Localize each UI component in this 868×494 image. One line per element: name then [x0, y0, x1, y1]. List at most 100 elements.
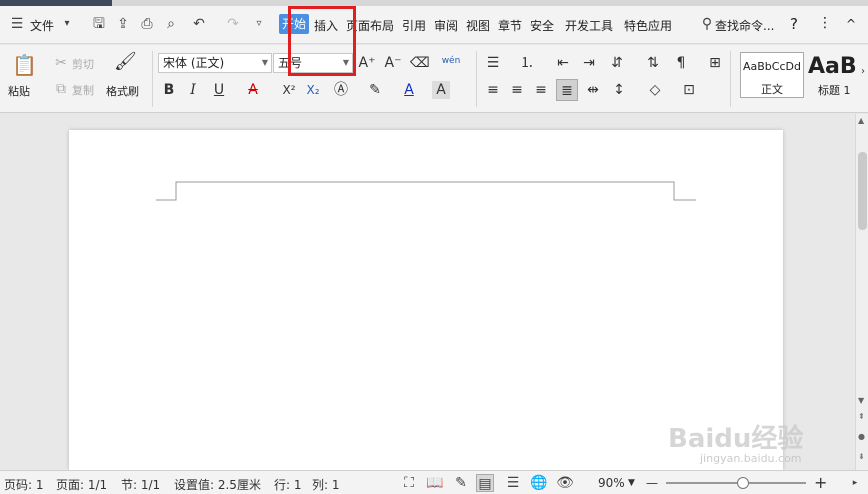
section-count[interactable]: 节: 1/1: [121, 476, 160, 493]
setting-value[interactable]: 设置值: 2.5厘米: [174, 476, 261, 493]
shrink-font-icon[interactable]: A⁻: [384, 54, 402, 72]
tab-security[interactable]: 安全: [530, 17, 554, 34]
tab-section[interactable]: 章节: [498, 17, 522, 34]
zoom-slider-thumb[interactable]: [737, 477, 749, 489]
eye-protect-icon[interactable]: 👁: [556, 474, 574, 492]
copy-button[interactable]: 复制: [72, 82, 94, 98]
help-button[interactable]: ?: [790, 15, 798, 33]
underline-button[interactable]: U: [210, 81, 228, 99]
status-scroll-icon[interactable]: ▸: [846, 474, 864, 492]
style-heading-1[interactable]: AaB 标题 1: [806, 52, 858, 98]
print-icon[interactable]: ⎙: [138, 15, 156, 33]
collapse-ribbon-button[interactable]: ^: [846, 17, 856, 31]
shading-icon[interactable]: ◇: [646, 81, 664, 99]
divider: [730, 51, 731, 107]
next-page-icon[interactable]: ⇟: [858, 452, 865, 461]
style-h1-label: 标题 1: [818, 84, 851, 97]
file-menu[interactable]: 文件: [30, 17, 54, 34]
page-number[interactable]: 页码: 1: [4, 476, 44, 493]
style-normal[interactable]: AaBbCcDd 正文: [740, 52, 804, 98]
page-view-icon[interactable]: ▤: [476, 474, 494, 492]
redo-icon[interactable]: ↷: [224, 15, 242, 33]
format-painter-button[interactable]: 格式刷: [106, 83, 139, 99]
select-browse-icon[interactable]: ●: [858, 432, 865, 441]
quick-access-more-icon[interactable]: ▿: [250, 15, 268, 33]
distribute-icon[interactable]: ⇹: [584, 81, 602, 99]
text-effect-icon[interactable]: Ⓐ: [332, 81, 350, 99]
table-icon[interactable]: ⊞: [706, 54, 724, 72]
zoom-slider[interactable]: [666, 477, 806, 489]
fullscreen-icon[interactable]: ⛶: [400, 474, 418, 492]
styles-scroll-icon[interactable]: ›: [858, 63, 868, 81]
outline-view-icon[interactable]: ☰: [504, 474, 522, 492]
border-icon[interactable]: ⊡: [680, 81, 698, 99]
zoom-level[interactable]: 90%: [598, 476, 625, 490]
print-preview-icon[interactable]: ⌕: [162, 15, 180, 33]
clear-format-icon[interactable]: ⌫: [410, 54, 430, 72]
paste-icon[interactable]: 📋: [12, 53, 37, 77]
superscript-button[interactable]: X²: [278, 81, 300, 99]
hamburger-icon[interactable]: ☰: [8, 15, 26, 33]
zoom-out-button[interactable]: —: [646, 476, 658, 490]
scissors-icon[interactable]: ✂: [52, 54, 70, 72]
style-normal-label: 正文: [761, 83, 783, 96]
bullet-list-icon[interactable]: ☰: [484, 54, 502, 72]
tab-view[interactable]: 视图: [466, 17, 490, 34]
highlight-icon[interactable]: ✎: [366, 81, 384, 99]
font-name-value: 宋体 (正文): [163, 56, 225, 70]
zoom-in-button[interactable]: +: [814, 473, 827, 492]
copy-icon[interactable]: ⧉: [52, 80, 70, 98]
menu-bar: ☰ 文件 ▾ 🖫 ⇪ ⎙ ⌕ ↶ ↷ ▿ 开始 插入 页面布局 引用 审阅 视图…: [0, 6, 868, 44]
text-direction-icon[interactable]: ⇵: [608, 54, 626, 72]
align-center-icon[interactable]: ≡: [508, 81, 526, 99]
line-spacing-icon[interactable]: ↕: [610, 81, 628, 99]
chevron-down-icon[interactable]: ▾: [58, 15, 76, 33]
subscript-button[interactable]: X₂: [302, 81, 324, 99]
zoom-dropdown-icon[interactable]: ▼: [628, 478, 635, 488]
format-painter-icon[interactable]: 🖌: [114, 53, 137, 75]
undo-icon[interactable]: ↶: [190, 15, 208, 33]
paste-button[interactable]: 粘贴: [8, 83, 30, 99]
more-button[interactable]: ⋮: [818, 15, 832, 31]
document-area: [0, 114, 855, 470]
status-bar: 页码: 1 页面: 1/1 节: 1/1 设置值: 2.5厘米 行: 1 列: …: [0, 470, 868, 494]
show-marks-icon[interactable]: ¶: [672, 54, 690, 72]
export-icon[interactable]: ⇪: [114, 15, 132, 33]
sort-icon[interactable]: ⇅: [644, 54, 662, 72]
vertical-scrollbar[interactable]: ▲ ▼ ⇞ ● ⇟: [855, 114, 868, 470]
scroll-down-icon[interactable]: ▼: [858, 396, 864, 405]
font-color-icon[interactable]: A: [400, 81, 418, 99]
cut-button[interactable]: 剪切: [72, 56, 94, 72]
phonetic-guide-icon[interactable]: wén: [438, 52, 464, 70]
style-h1-preview: AaB: [808, 54, 857, 79]
edit-mode-icon[interactable]: ✎: [452, 474, 470, 492]
row-indicator[interactable]: 行: 1: [274, 476, 302, 493]
bold-button[interactable]: B: [160, 81, 178, 99]
prev-page-icon[interactable]: ⇞: [858, 412, 865, 421]
italic-button[interactable]: I: [184, 81, 202, 99]
command-search[interactable]: 查找命令...: [715, 17, 774, 34]
numbered-list-icon[interactable]: ⒈: [518, 54, 536, 72]
save-icon[interactable]: 🖫: [90, 15, 108, 33]
grow-font-icon[interactable]: A⁺: [358, 54, 376, 72]
page-count[interactable]: 页面: 1/1: [56, 476, 107, 493]
justify-icon[interactable]: ≣: [556, 79, 578, 101]
scroll-up-icon[interactable]: ▲: [858, 116, 864, 125]
web-view-icon[interactable]: 🌐: [530, 474, 548, 492]
column-indicator[interactable]: 列: 1: [312, 476, 340, 493]
char-shading-icon[interactable]: A: [432, 81, 450, 99]
align-right-icon[interactable]: ≡: [532, 81, 550, 99]
align-left-icon[interactable]: ≡: [484, 81, 502, 99]
tab-review[interactable]: 审阅: [434, 17, 458, 34]
tab-special[interactable]: 特色应用: [624, 17, 672, 34]
increase-indent-icon[interactable]: ⇥: [580, 54, 598, 72]
search-icon[interactable]: ⚲: [698, 15, 716, 33]
tab-developer[interactable]: 开发工具: [565, 17, 613, 34]
strikethrough-button[interactable]: A: [244, 81, 262, 99]
decrease-indent-icon[interactable]: ⇤: [554, 54, 572, 72]
scroll-thumb[interactable]: [858, 152, 867, 230]
tab-references[interactable]: 引用: [402, 17, 426, 34]
font-name-select[interactable]: 宋体 (正文) ▼: [158, 53, 272, 73]
reading-mode-icon[interactable]: 📖: [426, 474, 444, 492]
divider: [152, 51, 153, 107]
